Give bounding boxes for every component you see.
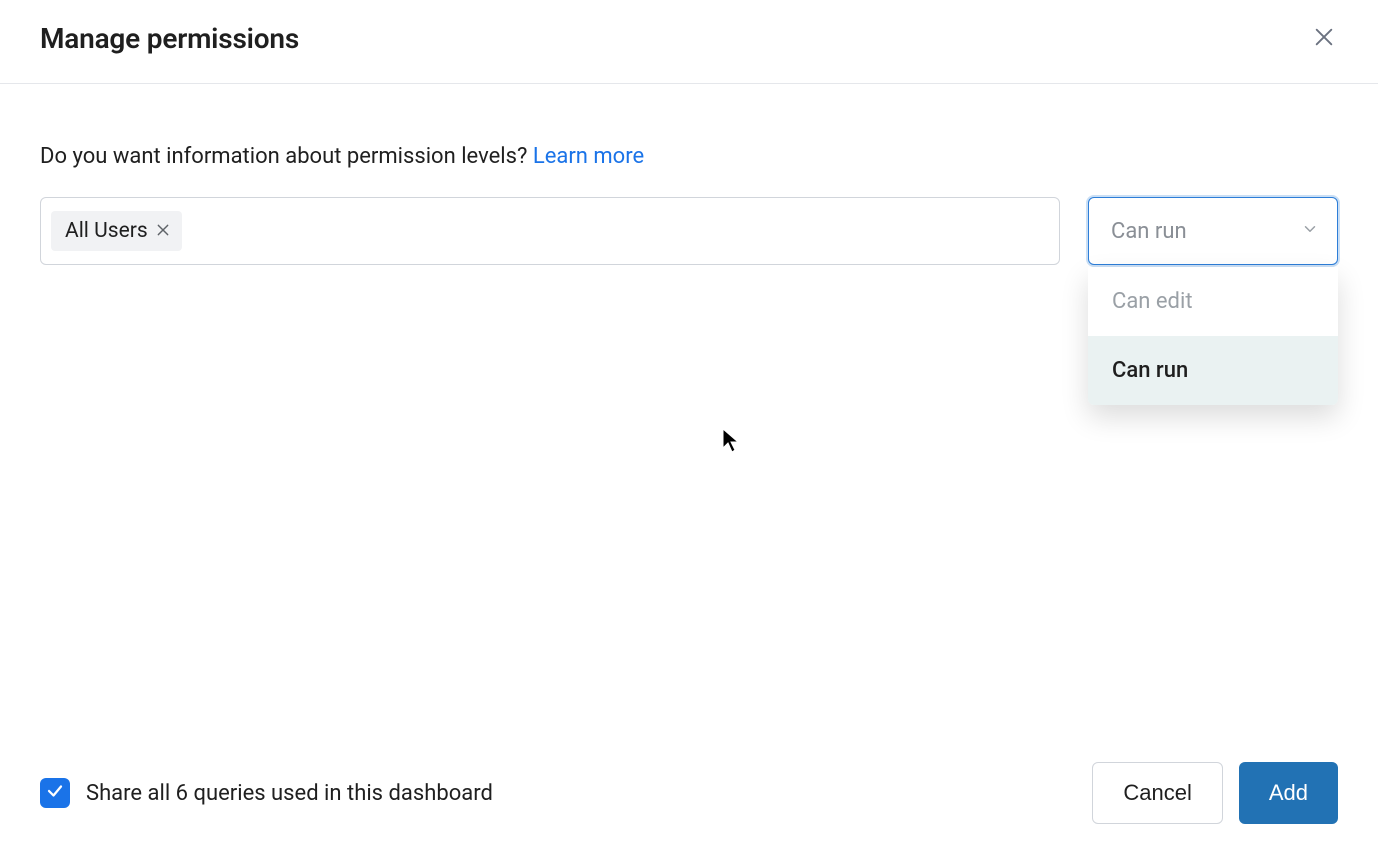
permission-select-value: Can run (1111, 219, 1187, 244)
check-icon (46, 782, 64, 804)
cancel-button[interactable]: Cancel (1092, 762, 1222, 824)
share-queries-checkbox[interactable] (40, 778, 70, 808)
info-prompt: Do you want information about permission… (40, 144, 533, 169)
close-icon (1313, 26, 1335, 52)
permission-select-trigger[interactable]: Can run (1088, 197, 1338, 265)
info-text: Do you want information about permission… (40, 144, 1338, 169)
learn-more-link[interactable]: Learn more (533, 144, 644, 169)
add-button[interactable]: Add (1239, 762, 1338, 824)
remove-chip-button[interactable] (156, 219, 170, 243)
principal-chip-label: All Users (65, 219, 148, 243)
controls-row: All Users Can run (40, 197, 1338, 265)
dialog-footer: Share all 6 queries used in this dashboa… (0, 762, 1378, 856)
footer-right: Cancel Add (1092, 762, 1338, 824)
principal-chip: All Users (51, 211, 182, 251)
permission-dropdown: Can edit Can run (1088, 267, 1338, 405)
permission-select: Can run Can edit Can run (1088, 197, 1338, 265)
permission-option-can-edit[interactable]: Can edit (1088, 267, 1338, 336)
permission-option-can-run[interactable]: Can run (1088, 336, 1338, 405)
close-button[interactable] (1310, 25, 1338, 53)
dialog-body: Do you want information about permission… (0, 84, 1378, 762)
footer-left: Share all 6 queries used in this dashboa… (40, 778, 493, 808)
principal-input[interactable]: All Users (40, 197, 1060, 265)
chevron-down-icon (1301, 219, 1319, 244)
dialog-header: Manage permissions (0, 0, 1378, 84)
share-queries-label: Share all 6 queries used in this dashboa… (86, 781, 493, 806)
dialog-title: Manage permissions (40, 22, 299, 55)
close-icon (156, 219, 170, 243)
manage-permissions-dialog: Manage permissions Do you want informati… (0, 0, 1378, 856)
cursor-icon (722, 428, 742, 454)
